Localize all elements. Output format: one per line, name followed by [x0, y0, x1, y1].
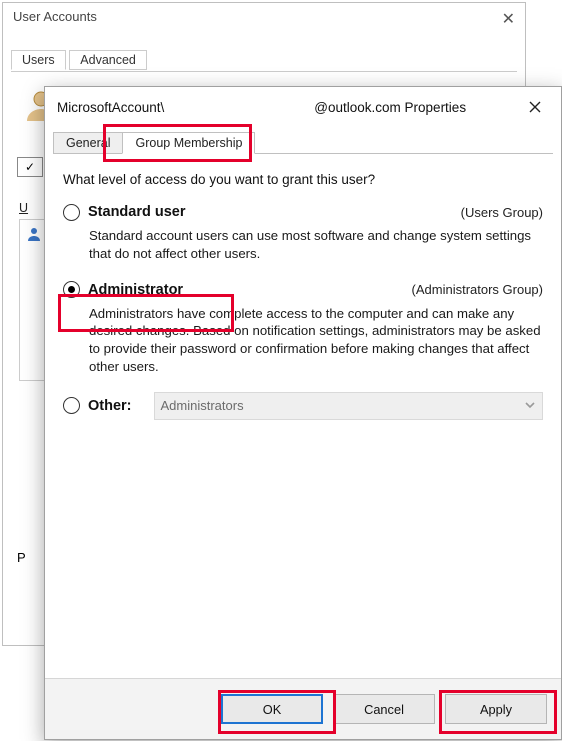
option-other: Other: Administrators: [63, 392, 543, 420]
standard-user-label: Standard user: [88, 204, 186, 220]
close-icon: [529, 101, 541, 113]
user-accounts-close-icon[interactable]: ✕: [502, 9, 515, 29]
properties-title: MicrosoftAccount\@outlook.com Properties: [57, 100, 466, 115]
standard-user-desc: Standard account users can use most soft…: [89, 227, 543, 263]
other-group-combobox[interactable]: Administrators: [154, 392, 544, 420]
standard-user-group: (Users Group): [461, 205, 543, 220]
access-question: What level of access do you want to gran…: [63, 172, 543, 187]
properties-tabs: General Group Membership: [53, 127, 553, 154]
properties-titlebar[interactable]: MicrosoftAccount\@outlook.com Properties: [45, 87, 561, 127]
option-administrator: Administrator (Administrators Group) Adm…: [63, 279, 543, 376]
properties-close-button[interactable]: [519, 95, 551, 119]
user-accounts-title-text: User Accounts: [13, 9, 97, 24]
properties-footer: OK Cancel Apply: [45, 678, 561, 739]
tab-users[interactable]: Users: [11, 50, 66, 70]
group-heading: U: [19, 201, 28, 215]
other-label: Other:: [88, 398, 132, 414]
apply-button[interactable]: Apply: [445, 694, 547, 724]
radio-administrator[interactable]: [63, 281, 80, 298]
user-accounts-title: User Accounts ✕: [3, 3, 525, 39]
tab-advanced[interactable]: Advanced: [69, 50, 147, 70]
password-section-label: P: [17, 550, 26, 565]
chevron-down-icon: [524, 399, 536, 414]
checkbox-must-enter[interactable]: ✓: [17, 157, 43, 177]
other-combo-value: Administrators: [161, 398, 244, 413]
user-small-icon: [26, 226, 42, 242]
user-accounts-tabs: Users Advanced: [11, 49, 517, 72]
properties-content: What level of access do you want to gran…: [45, 154, 561, 678]
option-standard: Standard user (Users Group) Standard acc…: [63, 201, 543, 263]
administrator-group: (Administrators Group): [412, 282, 543, 297]
radio-other[interactable]: [63, 397, 80, 414]
properties-dialog: MicrosoftAccount\@outlook.com Properties…: [44, 86, 562, 740]
ok-button[interactable]: OK: [221, 694, 323, 724]
tab-group-membership[interactable]: Group Membership: [122, 132, 255, 154]
administrator-desc: Administrators have complete access to t…: [89, 305, 543, 376]
tab-general[interactable]: General: [53, 132, 123, 154]
cancel-button[interactable]: Cancel: [333, 694, 435, 724]
radio-standard-user[interactable]: [63, 204, 80, 221]
administrator-label: Administrator: [88, 282, 183, 298]
